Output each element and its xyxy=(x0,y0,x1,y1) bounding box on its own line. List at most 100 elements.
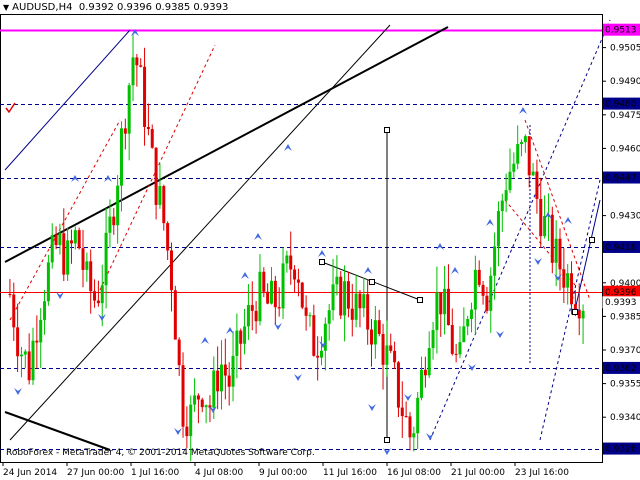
bear-candle xyxy=(96,300,100,304)
bear-candle xyxy=(423,369,427,376)
bear-candle xyxy=(277,307,281,309)
trend-line xyxy=(4,411,111,451)
bull-candle xyxy=(258,271,262,322)
bear-candle xyxy=(404,416,408,418)
bear-candle xyxy=(89,261,93,292)
price-tick-label: 0.9430 xyxy=(610,212,640,222)
bear-candle xyxy=(62,233,66,275)
time-tick-label: 9 Jul 00:00 xyxy=(259,468,308,478)
fractal-up-icon xyxy=(451,267,459,274)
main-trendline xyxy=(4,26,449,263)
anchor-marker xyxy=(572,309,578,315)
bear-candle xyxy=(539,198,543,237)
bear-candle xyxy=(408,416,412,438)
bear-candle xyxy=(93,291,97,301)
time-tick-label: 23 Jul 16:00 xyxy=(515,468,569,478)
bear-candle xyxy=(316,355,320,358)
bear-candle xyxy=(573,304,577,310)
bear-candle xyxy=(289,255,293,270)
bear-candle xyxy=(266,291,270,304)
bull-candle xyxy=(231,355,235,387)
close-value: 0.9393 xyxy=(193,2,229,13)
bear-candle xyxy=(527,136,531,176)
fractal-up-icon xyxy=(241,272,249,279)
price-chart[interactable]: 0.95050.94900.94750.94600.94300.94000.93… xyxy=(0,0,640,480)
bear-candle xyxy=(162,186,166,224)
bear-candle xyxy=(535,171,539,199)
fractal-down-icon xyxy=(554,274,562,281)
open-value: 0.9392 xyxy=(78,2,114,13)
bear-candle xyxy=(396,362,400,408)
bear-candle xyxy=(485,295,489,311)
bull-candle xyxy=(308,315,312,317)
bear-candle xyxy=(169,250,173,291)
time-tick-label: 24 Jun 2014 xyxy=(3,468,57,478)
bear-candle xyxy=(54,235,58,246)
bear-candle xyxy=(227,375,231,387)
price-tick-label: 0.9505 xyxy=(610,44,640,54)
fractal-up-icon xyxy=(436,243,444,250)
bear-candle xyxy=(312,315,316,356)
bear-candle xyxy=(185,426,189,437)
bull-candle xyxy=(131,57,135,86)
bull-candle xyxy=(119,128,123,186)
bull-candle xyxy=(73,230,77,244)
level-price-label: 0.9513 xyxy=(605,26,637,36)
level-price-label: 0.9480 xyxy=(605,100,637,110)
bull-candle xyxy=(581,310,585,319)
bear-candle xyxy=(196,395,200,400)
anchor-marker xyxy=(589,237,595,243)
price-tick-label: 0.9475 xyxy=(610,111,640,121)
bear-candle xyxy=(77,230,81,249)
low-value: 0.9385 xyxy=(155,2,191,13)
time-tick-label: 4 Jul 08:00 xyxy=(195,468,244,478)
bear-candle xyxy=(69,240,73,244)
level-price-label: 0.9326 xyxy=(605,445,637,455)
bull-candle xyxy=(85,261,89,270)
bull-candle xyxy=(19,354,23,357)
bear-candle xyxy=(439,292,443,315)
collapse-arrow-icon[interactable]: ▼ xyxy=(3,3,9,12)
bull-candle xyxy=(100,285,104,304)
channel-line xyxy=(4,29,131,171)
bull-candle xyxy=(458,342,462,355)
bull-candle xyxy=(431,330,435,349)
fractal-down-icon xyxy=(404,394,412,401)
bull-candle xyxy=(50,235,54,263)
bear-candle xyxy=(135,57,139,66)
bull-candle xyxy=(416,397,420,434)
chart-window[interactable]: 0.9505 0.9490 0.9475 0.9460 0.9430 0.9400 0.93… xyxy=(0,0,640,480)
bull-candle xyxy=(500,200,504,212)
bull-candle xyxy=(158,186,162,205)
bull-candle xyxy=(427,348,431,376)
bull-candle xyxy=(470,309,474,320)
bull-candle xyxy=(23,351,27,355)
channel-line xyxy=(9,24,391,441)
bull-candle xyxy=(46,262,50,302)
bull-candle xyxy=(473,269,477,310)
bear-candle xyxy=(450,325,454,354)
bull-candle xyxy=(543,216,547,237)
bull-candle xyxy=(566,273,570,288)
price-tick-label: 0.9385 xyxy=(610,312,640,322)
time-tick-label: 1 Jul 16:00 xyxy=(131,468,180,478)
bear-candle xyxy=(143,66,147,127)
bull-candle xyxy=(523,136,527,143)
bull-candle xyxy=(58,233,62,246)
bear-candle xyxy=(381,333,385,365)
bear-candle xyxy=(81,248,85,270)
bull-candle xyxy=(193,395,197,405)
bear-candle xyxy=(166,223,170,251)
bull-candle xyxy=(43,301,47,320)
anchor-marker xyxy=(319,259,325,265)
bull-candle xyxy=(462,326,466,343)
anchor-marker xyxy=(417,297,423,303)
bull-candle xyxy=(285,255,289,264)
bull-candle xyxy=(412,433,416,438)
bear-candle xyxy=(393,350,397,363)
fractal-up-icon xyxy=(564,217,572,224)
bear-candle xyxy=(250,305,254,311)
bear-candle xyxy=(446,288,450,326)
bear-candle xyxy=(377,320,381,334)
bull-candle xyxy=(212,370,216,408)
